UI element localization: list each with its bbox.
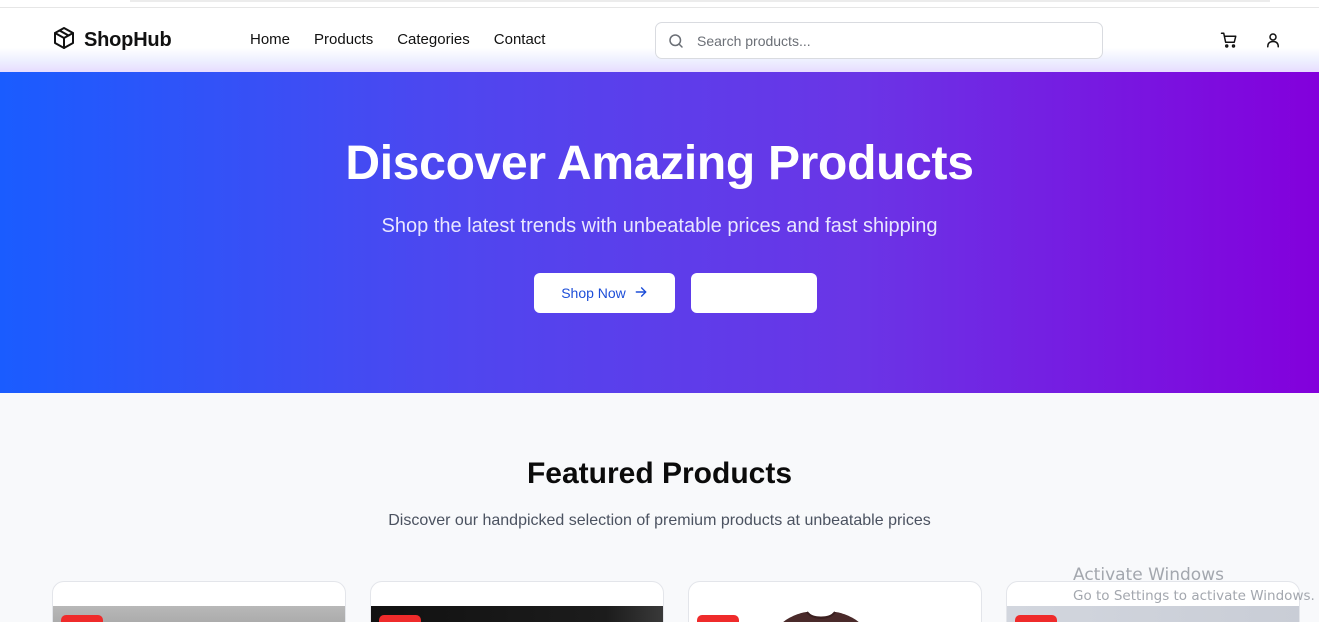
package-icon: [52, 26, 76, 55]
top-strip: [0, 0, 1319, 8]
product-card[interactable]: [370, 581, 664, 622]
hero-title: Discover Amazing Products: [345, 137, 974, 190]
windows-activation-watermark: Activate Windows Go to Settings to activ…: [1073, 565, 1315, 604]
secondary-hero-button[interactable]: [691, 273, 817, 313]
featured-subtitle: Discover our handpicked selection of pre…: [388, 512, 931, 529]
watermark-title: Activate Windows: [1073, 565, 1224, 585]
sale-badge: [697, 615, 739, 622]
sale-badge: [379, 615, 421, 622]
shirt-image: [783, 611, 859, 622]
featured-title: Featured Products: [526, 457, 793, 490]
search-bar: [655, 22, 1103, 59]
nav-categories[interactable]: Categories: [397, 31, 470, 48]
shop-now-button[interactable]: Shop Now: [534, 273, 675, 313]
watermark-subtitle: Go to Settings to activate Windows.: [1073, 588, 1315, 604]
cart-icon[interactable]: [1220, 31, 1238, 49]
nav-contact[interactable]: Contact: [494, 31, 546, 48]
sale-badge: [61, 615, 103, 622]
arrow-right-icon: [634, 285, 648, 302]
hero-subtitle: Shop the latest trends with unbeatable p…: [381, 215, 938, 237]
hero-banner: Discover Amazing Products Shop the lates…: [0, 72, 1319, 393]
navbar: ShopHub Home Products Categories Contact: [0, 8, 1319, 72]
top-strip-line: [130, 0, 1270, 2]
brand-name: ShopHub: [84, 28, 172, 51]
nav-home[interactable]: Home: [250, 31, 290, 48]
search-icon: [667, 32, 685, 50]
main-nav: Home Products Categories Contact: [250, 31, 545, 48]
product-card[interactable]: [688, 581, 982, 622]
nav-products[interactable]: Products: [314, 31, 373, 48]
product-card[interactable]: [52, 581, 346, 622]
user-icon[interactable]: [1264, 31, 1282, 49]
brand-logo[interactable]: ShopHub: [52, 26, 172, 55]
shop-now-label: Shop Now: [561, 285, 626, 301]
sale-badge: [1015, 615, 1057, 622]
search-input[interactable]: [697, 32, 1077, 49]
